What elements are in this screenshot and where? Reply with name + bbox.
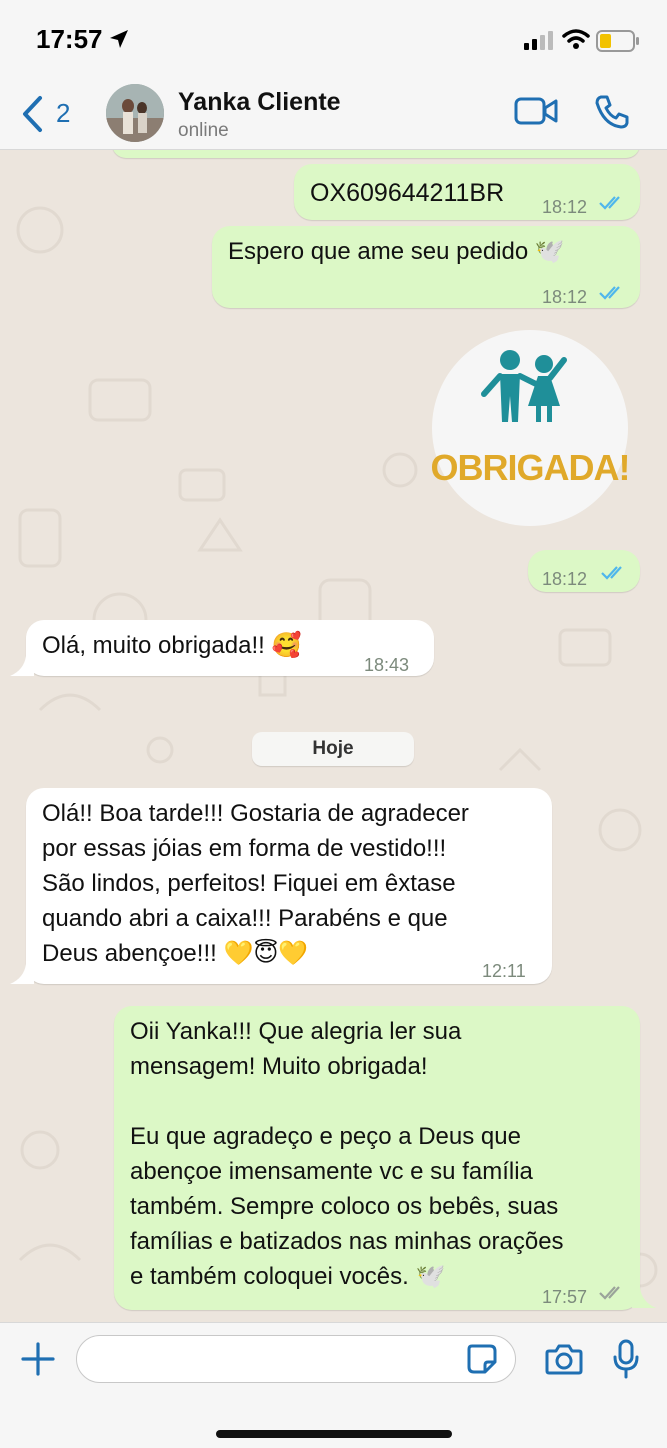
bubble-tail xyxy=(10,964,34,984)
chat-area[interactable]: OX609644211BR 18:12 Espero que ame seu p… xyxy=(0,150,667,1322)
sticker-message[interactable]: OBRIGADA! xyxy=(431,330,630,526)
delivered-receipt-icon xyxy=(599,1286,620,1300)
sticker-button[interactable] xyxy=(466,1343,498,1380)
status-time: 17:57 xyxy=(36,24,103,54)
message-time: 18:43 xyxy=(364,655,410,675)
camera-button[interactable] xyxy=(545,1343,583,1380)
message-time: 12:11 xyxy=(482,961,526,981)
video-camera-icon xyxy=(514,97,558,125)
home-indicator xyxy=(216,1430,452,1438)
message-input-bar xyxy=(0,1322,667,1448)
microphone-button[interactable] xyxy=(612,1339,640,1384)
location-arrow-icon xyxy=(108,28,130,55)
contact-avatar[interactable] xyxy=(106,84,164,142)
message-input[interactable] xyxy=(76,1335,516,1383)
message-time: 18:12 xyxy=(542,287,588,307)
sticker-text: OBRIGADA! xyxy=(432,447,628,488)
sticker-icon xyxy=(467,1344,497,1374)
contact-status: online xyxy=(178,120,229,141)
back-button[interactable] xyxy=(20,94,44,139)
voice-call-button[interactable] xyxy=(594,94,630,135)
wifi-icon xyxy=(562,28,590,55)
message-text: Olá, muito obrigada!! 🥰 xyxy=(42,632,302,659)
bubble-tail xyxy=(10,656,34,676)
obrigada-sticker: OBRIGADA! xyxy=(431,350,630,488)
message-time: 18:12 xyxy=(542,197,588,217)
phone-icon xyxy=(595,95,629,129)
message-bubble-cutoff[interactable] xyxy=(112,150,640,158)
message-text: Espero que ame seu pedido 🕊️ xyxy=(228,238,565,265)
unread-count[interactable]: 2 xyxy=(56,98,70,129)
read-receipt-icon xyxy=(599,196,620,210)
message-text: OX609644211BR xyxy=(310,179,505,207)
microphone-icon xyxy=(613,1339,639,1379)
contact-name[interactable]: Yanka Cliente xyxy=(178,88,341,117)
status-bar: 17:57 xyxy=(0,0,667,78)
sticker-time-bubble: 18:12 xyxy=(528,550,640,592)
read-receipt-icon xyxy=(601,566,622,580)
video-call-button[interactable] xyxy=(514,96,558,131)
message-bubble-incoming[interactable]: Olá, muito obrigada!! 🥰 18:43 xyxy=(26,620,434,676)
camera-icon xyxy=(545,1344,583,1375)
chat-header: 2 Yanka Cliente online xyxy=(0,78,667,150)
cellular-signal-icon xyxy=(524,30,554,55)
message-time: 17:57 xyxy=(542,1287,588,1307)
read-receipt-icon xyxy=(599,286,620,300)
message-text: Oii Yanka!!! Que alegria ler sua mensage… xyxy=(130,1018,564,1290)
message-bubble-outgoing[interactable]: OX609644211BR 18:12 xyxy=(294,164,640,220)
chevron-left-icon xyxy=(23,96,42,132)
attach-button[interactable] xyxy=(20,1341,56,1382)
plus-icon xyxy=(21,1342,55,1376)
message-bubble-incoming[interactable]: Olá!! Boa tarde!!! Gostaria de agradecer… xyxy=(26,788,552,984)
message-text: Olá!! Boa tarde!!! Gostaria de agradecer… xyxy=(42,800,469,967)
date-divider: Hoje xyxy=(252,732,414,766)
message-bubble-outgoing[interactable]: Oii Yanka!!! Que alegria ler sua mensage… xyxy=(114,1006,640,1310)
battery-icon xyxy=(596,30,640,57)
message-time: 18:12 xyxy=(542,569,588,589)
message-bubble-outgoing[interactable]: Espero que ame seu pedido 🕊️ 18:12 xyxy=(212,226,640,308)
bubble-tail xyxy=(632,1288,656,1308)
